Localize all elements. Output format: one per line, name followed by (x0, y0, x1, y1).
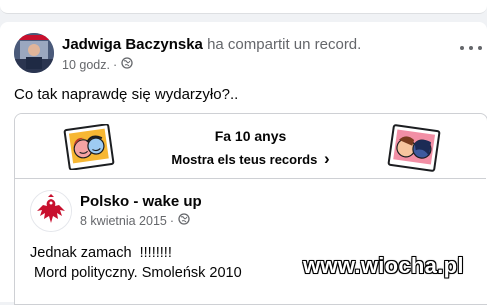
dot-icon (460, 46, 464, 50)
shared-page-name[interactable]: Polsko - wake up (80, 193, 202, 210)
shared-page-avatar[interactable] (30, 190, 72, 232)
globe-icon (121, 57, 133, 72)
shared-post-text-line-2: Mord polityczny. Smoleńsk 2010 (30, 265, 242, 281)
author-avatar[interactable] (14, 33, 54, 73)
memory-banner[interactable]: Fa 10 anys Mostra els teus records › (15, 114, 486, 179)
post-header-line: Jadwiga Baczynska ha compartit un record… (62, 36, 361, 53)
shared-post-text-line-1: Jednak zamach !!!!!!!! (30, 245, 172, 261)
shared-post-date[interactable]: 8 kwietnia 2015 (80, 214, 167, 228)
meta-separator: · (169, 213, 175, 228)
previous-post-card (0, 0, 487, 14)
chevron-right-icon: › (323, 149, 330, 168)
dot-icon (478, 46, 482, 50)
dot-icon (469, 46, 473, 50)
post-meta: 10 godz. · (62, 57, 133, 72)
globe-icon (178, 213, 190, 228)
meta-separator: · (112, 57, 118, 72)
kiss-illustration-icon (386, 124, 442, 177)
post-time[interactable]: 10 godz. (62, 58, 110, 72)
post-caption: Co tak naprawdę się wydarzyło?.. (14, 86, 239, 103)
author-name[interactable]: Jadwiga Baczynska (62, 36, 203, 53)
site-watermark: www.wiocha.pl (303, 253, 464, 278)
show-memories-label: Mostra els teus records (171, 152, 318, 167)
shared-post-meta: 8 kwietnia 2015 · (80, 213, 190, 228)
post-action-text: ha compartit un record. (207, 36, 362, 53)
more-options-button[interactable] (460, 42, 482, 54)
